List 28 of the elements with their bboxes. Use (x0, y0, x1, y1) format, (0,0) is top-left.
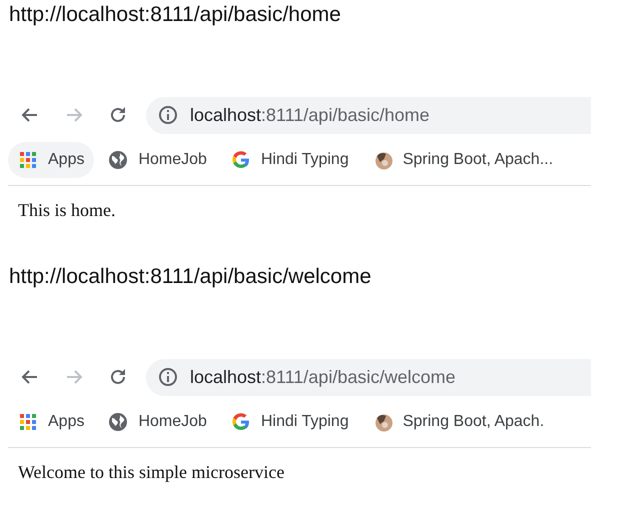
bookmark-item[interactable]: Hindi Typing (220, 142, 359, 178)
apps-grid-icon (18, 412, 38, 432)
site-favicon-icon (372, 412, 393, 432)
bookmark-item[interactable]: Spring Boot, Apach... (362, 142, 564, 178)
site-favicon-icon (372, 150, 393, 170)
address-bar[interactable]: localhost:8111/api/basic/welcome (146, 358, 591, 396)
bookmark-item[interactable]: HomeJob (98, 142, 217, 178)
info-icon (158, 367, 178, 387)
address-bar[interactable]: localhost:8111/api/basic/home (146, 96, 591, 134)
globe-icon (108, 412, 128, 432)
info-icon (158, 105, 178, 125)
bookmark-item[interactable]: Hindi Typing (220, 404, 359, 440)
reload-icon (108, 105, 128, 125)
globe-icon (108, 150, 128, 170)
url-caption: http://localhost:8111/api/basic/welcome (9, 265, 372, 290)
url-text: localhost:8111/api/basic/welcome (190, 366, 456, 388)
google-g-icon (230, 412, 251, 432)
bookmark-item[interactable]: Apps (8, 404, 94, 440)
reload-icon (108, 367, 128, 387)
bookmark-item[interactable]: Spring Boot, Apach. (362, 404, 554, 440)
bookmark-item[interactable]: Apps (8, 142, 94, 178)
page-text: Welcome to this simple microservice (18, 462, 286, 483)
bookmark-item[interactable]: HomeJob (98, 404, 217, 440)
page-text: This is home. (18, 200, 116, 221)
url-caption: http://localhost:8111/api/basic/home (9, 3, 342, 28)
apps-grid-icon (18, 150, 38, 170)
google-g-icon (230, 150, 251, 170)
url-text: localhost:8111/api/basic/home (190, 104, 430, 126)
